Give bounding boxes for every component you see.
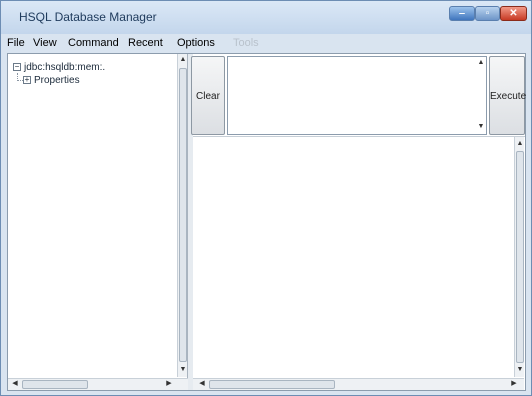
menu-view[interactable]: View xyxy=(33,37,57,49)
result-hscroll-thumb[interactable] xyxy=(209,380,335,389)
scroll-up-icon[interactable]: ▲ xyxy=(515,139,525,149)
clear-button[interactable]: Clear xyxy=(191,56,225,135)
menu-recent[interactable]: Recent xyxy=(128,37,163,49)
tree-vertical-scrollbar[interactable]: ▲ ▼ xyxy=(177,54,187,377)
tree-node-properties-label: Properties xyxy=(34,75,80,86)
tree-vscroll-thumb[interactable] xyxy=(179,68,187,362)
tree-horizontal-scrollbar[interactable]: ◀ ▶ xyxy=(8,378,188,390)
tree-node-connection[interactable]: − jdbc:hsqldb:mem:. xyxy=(13,62,105,73)
maximize-button[interactable]: ▫ xyxy=(475,6,500,21)
sql-input-scrollbar[interactable]: ▲ ▼ xyxy=(476,57,486,134)
scroll-right-icon[interactable]: ▶ xyxy=(164,379,174,389)
scroll-left-icon[interactable]: ◀ xyxy=(10,379,20,389)
execute-button-label: Execute xyxy=(490,91,527,102)
minimize-icon: ‒ xyxy=(459,8,465,19)
clear-button-label: Clear xyxy=(196,91,220,102)
scroll-right-icon[interactable]: ▶ xyxy=(509,379,519,389)
result-horizontal-scrollbar[interactable]: ◀ ▶ xyxy=(193,378,524,390)
menu-options[interactable]: Options xyxy=(177,37,215,49)
result-vscroll-thumb[interactable] xyxy=(516,151,524,363)
menu-file[interactable]: File xyxy=(7,37,25,49)
result-vertical-scrollbar[interactable]: ▲ ▼ xyxy=(514,137,524,377)
client-area: − jdbc:hsqldb:mem:. + Properties ▲ ▼ ◀ ▶ C… xyxy=(7,53,526,391)
window-title: HSQL Database Manager xyxy=(19,10,157,24)
menu-tools: Tools xyxy=(233,37,259,49)
app-window: HSQL Database Manager ‒ ▫ ✕ File View Co… xyxy=(0,0,532,396)
scroll-up-icon[interactable]: ▲ xyxy=(178,55,188,65)
title-bar[interactable]: HSQL Database Manager ‒ ▫ ✕ xyxy=(1,1,531,34)
sql-input[interactable]: ▲ ▼ xyxy=(227,56,487,135)
database-tree: − jdbc:hsqldb:mem:. + Properties ▲ ▼ ◀ ▶ xyxy=(8,54,188,390)
close-icon: ✕ xyxy=(509,8,518,19)
close-button[interactable]: ✕ xyxy=(500,6,527,21)
scroll-down-icon[interactable]: ▼ xyxy=(515,365,525,375)
menu-bar: File View Command Recent Options Tools xyxy=(7,37,527,53)
menu-command[interactable]: Command xyxy=(68,37,119,49)
scroll-left-icon[interactable]: ◀ xyxy=(197,379,207,389)
minimize-button[interactable]: ‒ xyxy=(449,6,475,21)
result-panel[interactable]: ▲ ▼ ◀ ▶ xyxy=(193,136,525,390)
tree-node-connection-label: jdbc:hsqldb:mem:. xyxy=(24,62,106,73)
maximize-icon: ▫ xyxy=(485,8,490,19)
scroll-up-icon[interactable]: ▲ xyxy=(476,58,486,68)
expand-icon[interactable]: + xyxy=(23,76,31,85)
scroll-down-icon[interactable]: ▼ xyxy=(178,365,188,375)
scroll-down-icon[interactable]: ▼ xyxy=(476,122,486,132)
collapse-icon[interactable]: − xyxy=(13,63,21,72)
execute-button[interactable]: Execute xyxy=(489,56,527,135)
tree-hscroll-thumb[interactable] xyxy=(22,380,88,389)
tree-node-properties[interactable]: + Properties xyxy=(23,75,80,86)
